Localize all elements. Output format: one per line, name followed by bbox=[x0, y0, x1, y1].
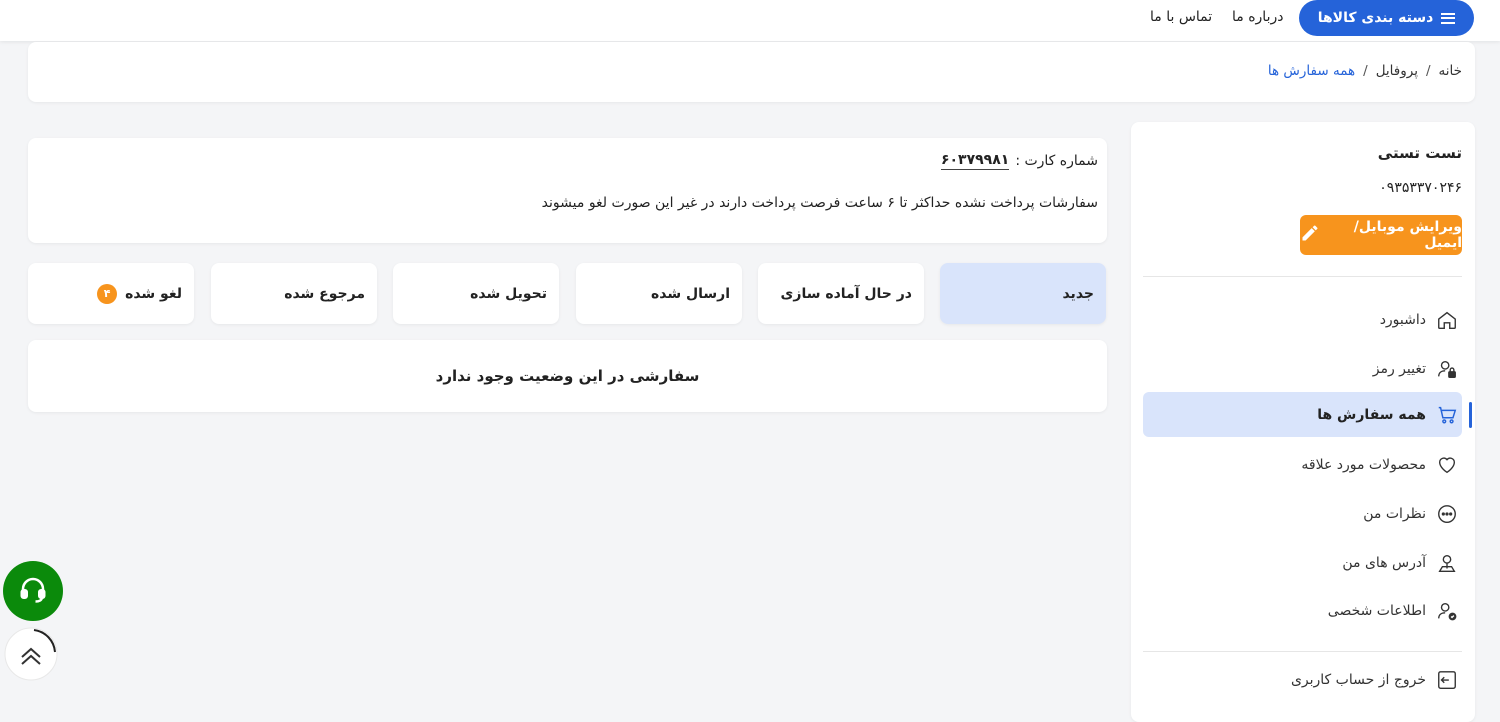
sidebar-item-favorites[interactable]: محصولات مورد علاقه bbox=[1143, 442, 1462, 487]
heart-icon bbox=[1436, 454, 1458, 476]
tab-label: در حال آماده سازی bbox=[780, 285, 912, 302]
sidebar-item-label: داشبورد bbox=[1379, 311, 1426, 328]
tab-new[interactable]: جدید bbox=[940, 263, 1106, 324]
tab-label: ارسال شده bbox=[650, 285, 730, 302]
edit-contact-label: ویرایش موبایل/ایمیل bbox=[1353, 219, 1462, 251]
cancelled-count-badge: ۴ bbox=[97, 283, 118, 304]
logout-button[interactable]: خروج از حساب کاربری bbox=[1143, 657, 1462, 702]
sidebar-item-dashboard[interactable]: داشبورد bbox=[1143, 297, 1462, 342]
sidebar-item-label: اطلاعات شخصی bbox=[1327, 602, 1426, 619]
category-menu-button[interactable]: دسته بندی کالاها bbox=[1299, 0, 1474, 36]
sidebar-divider bbox=[1143, 651, 1462, 652]
sidebar-item-addresses[interactable]: آدرس های من bbox=[1143, 540, 1462, 585]
card-number-line: شماره کارت : ۶۰۳۷۹۹۸۱ bbox=[940, 152, 1098, 170]
tab-shipped[interactable]: ارسال شده bbox=[576, 263, 742, 324]
pencil-icon bbox=[1300, 223, 1320, 247]
sidebar-divider bbox=[1143, 276, 1462, 277]
sidebar-item-label: تغییر رمز bbox=[1372, 360, 1426, 377]
logout-icon bbox=[1436, 669, 1458, 691]
breadcrumb-card bbox=[28, 42, 1475, 102]
sidebar-item-label: محصولات مورد علاقه bbox=[1301, 456, 1426, 473]
sidebar-item-label: همه سفارش ها bbox=[1317, 406, 1426, 423]
sidebar-item-label: آدرس های من bbox=[1342, 554, 1426, 571]
breadcrumb-current[interactable]: همه سفارش ها bbox=[1268, 63, 1355, 79]
tab-delivered[interactable]: تحویل شده bbox=[393, 263, 559, 324]
sidebar-item-orders[interactable]: همه سفارش ها bbox=[1143, 392, 1462, 437]
user-check-icon bbox=[1436, 600, 1458, 622]
about-link[interactable]: درباره ما bbox=[1232, 9, 1283, 25]
breadcrumb-separator: / bbox=[1425, 63, 1431, 79]
edit-contact-button[interactable]: ویرایش موبایل/ایمیل bbox=[1300, 215, 1462, 255]
contact-link[interactable]: تماس با ما bbox=[1150, 9, 1212, 25]
logout-label: خروج از حساب کاربری bbox=[1290, 671, 1426, 688]
user-name: تست تستی bbox=[1377, 144, 1462, 162]
card-number-label: شماره کارت : bbox=[1015, 153, 1098, 169]
category-menu-label: دسته بندی کالاها bbox=[1317, 10, 1434, 26]
tab-label: لغو شده bbox=[125, 285, 182, 302]
breadcrumb: خانه / پروفایل / همه سفارش ها bbox=[1268, 63, 1462, 79]
sidebar-item-label: نظرات من bbox=[1363, 505, 1426, 522]
breadcrumb-separator: / bbox=[1363, 63, 1368, 79]
card-number: ۶۰۳۷۹۹۸۱ bbox=[940, 152, 1010, 170]
tab-returned[interactable]: مرجوع شده bbox=[211, 263, 377, 324]
sidebar-item-change-password[interactable]: تغییر رمز bbox=[1143, 346, 1462, 391]
user-lock-icon bbox=[1436, 358, 1458, 380]
sidebar-item-comments[interactable]: نظرات من bbox=[1143, 491, 1462, 536]
active-indicator bbox=[1469, 402, 1472, 428]
tab-label: جدید bbox=[1062, 285, 1094, 302]
tab-label: مرجوع شده bbox=[284, 285, 365, 302]
top-navbar: دسته بندی کالاها درباره ما تماس با ما bbox=[0, 0, 1500, 41]
tab-processing[interactable]: در حال آماده سازی bbox=[758, 263, 924, 324]
breadcrumb-home[interactable]: خانه bbox=[1439, 63, 1462, 79]
breadcrumb-profile[interactable]: پروفایل bbox=[1376, 63, 1418, 79]
scroll-to-top-button[interactable] bbox=[3, 626, 59, 682]
hamburger-icon bbox=[1441, 12, 1456, 24]
tab-cancelled[interactable]: لغو شده ۴ bbox=[28, 263, 194, 324]
comment-icon bbox=[1436, 503, 1458, 525]
empty-orders-message: سفارشی در این وضعیت وجود ندارد bbox=[435, 367, 700, 385]
home-icon bbox=[1436, 309, 1458, 331]
support-chat-button[interactable] bbox=[3, 561, 63, 621]
double-chevron-up-icon bbox=[4, 627, 58, 681]
sidebar-item-personal-info[interactable]: اطلاعات شخصی bbox=[1143, 588, 1462, 633]
user-phone: ۰۹۳۵۳۳۷۰۲۴۶ bbox=[1379, 180, 1462, 196]
tab-label: تحویل شده bbox=[470, 285, 547, 302]
payment-notice-text: سفارشات پرداخت نشده حداکثر تا ۶ ساعت فرص… bbox=[541, 195, 1098, 211]
cart-icon bbox=[1436, 404, 1458, 426]
map-pin-icon bbox=[1436, 552, 1458, 574]
headset-icon bbox=[18, 574, 48, 608]
